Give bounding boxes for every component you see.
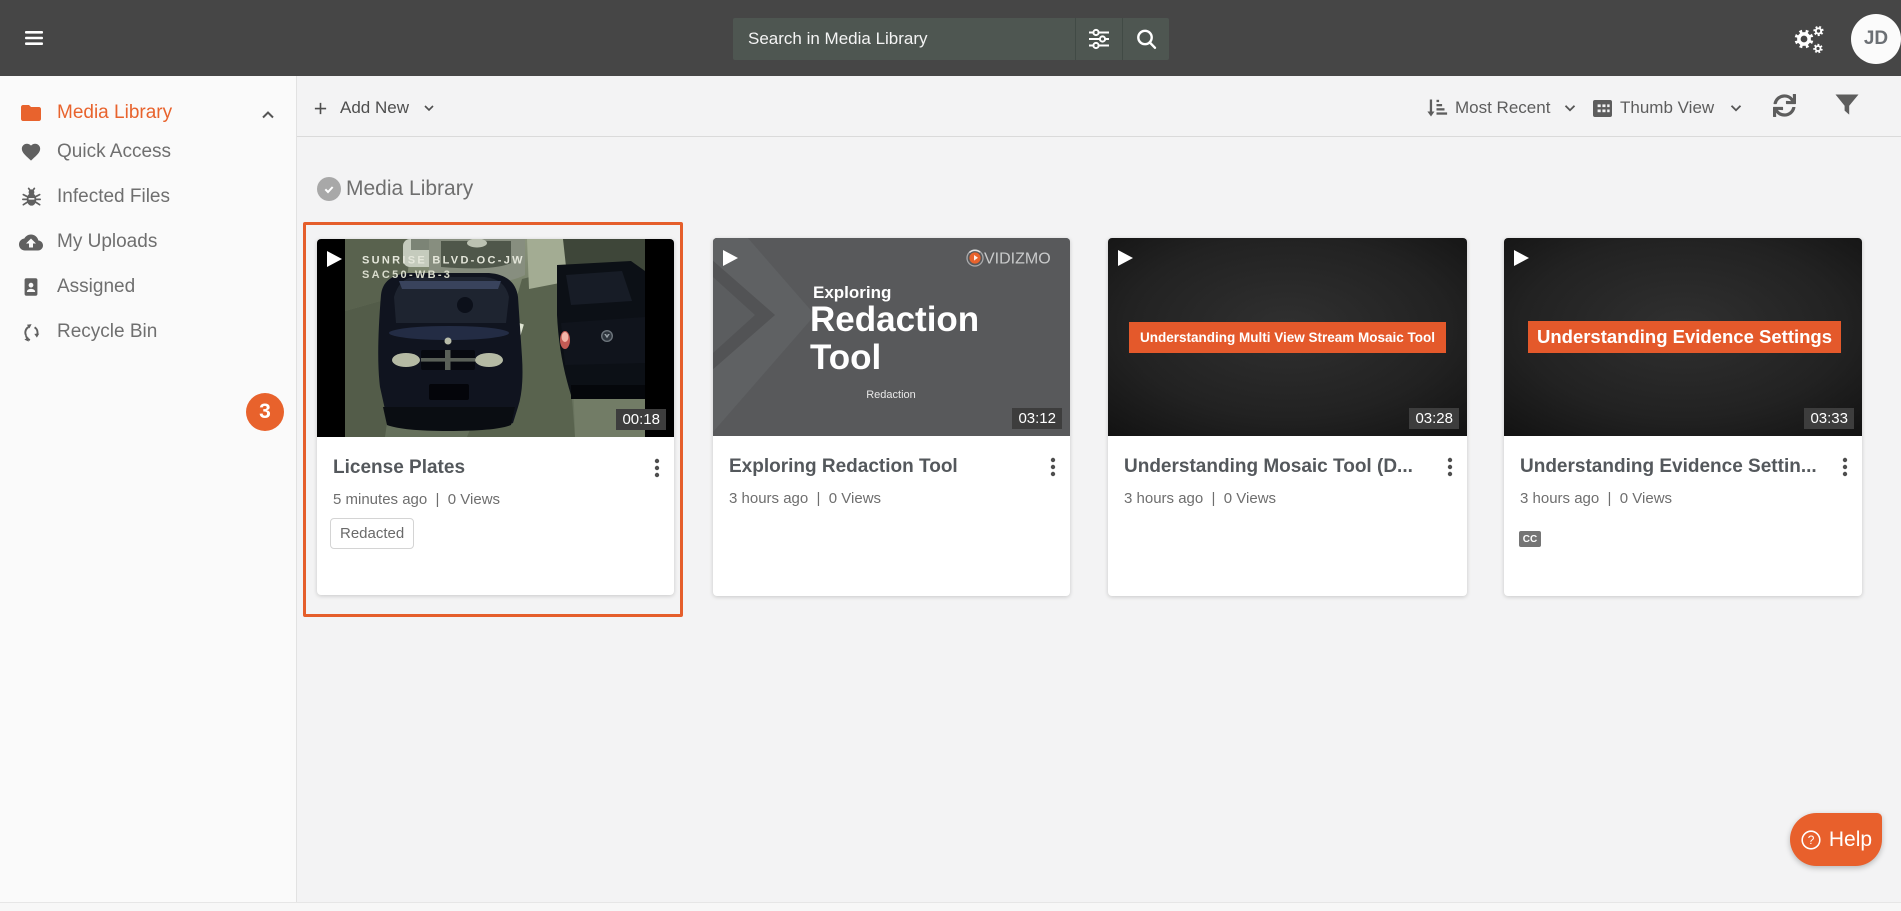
svg-text:Tool: Tool — [810, 338, 881, 377]
svg-text:SAC50-WB-3: SAC50-WB-3 — [362, 269, 452, 281]
svg-text:Redaction: Redaction — [866, 389, 916, 401]
svg-text:VIDIZMO: VIDIZMO — [984, 251, 1051, 268]
svg-text:Redaction: Redaction — [810, 300, 979, 339]
svg-text:SUNRISE BLVD-OC-JW: SUNRISE BLVD-OC-JW — [362, 255, 525, 267]
svg-text:?: ? — [1808, 833, 1815, 847]
